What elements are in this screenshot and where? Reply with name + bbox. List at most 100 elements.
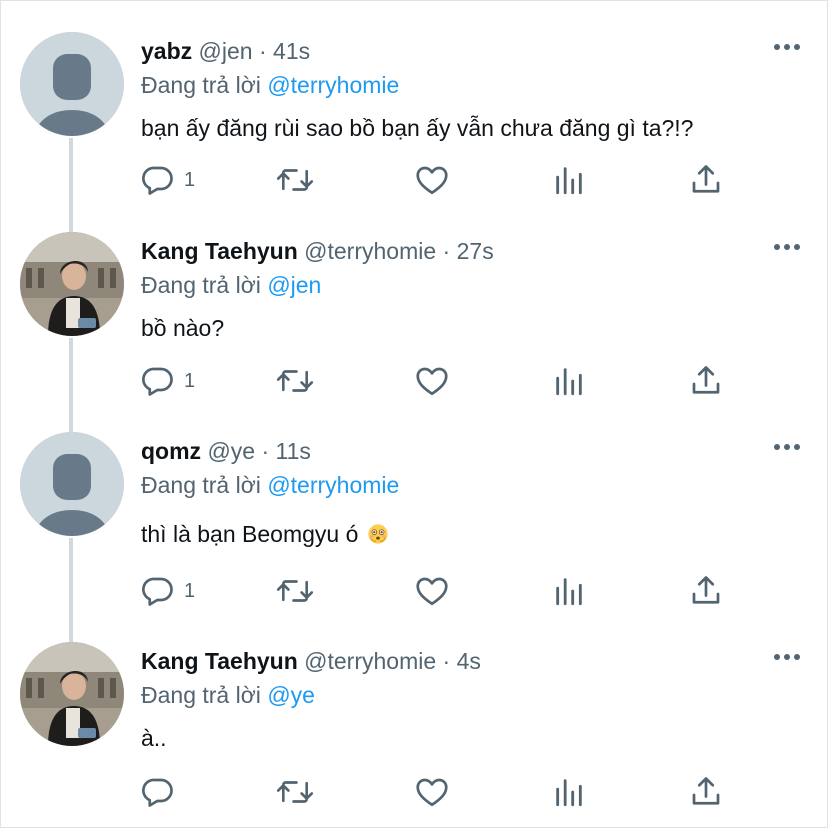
share-button[interactable] — [688, 162, 724, 198]
display-name[interactable]: Kang Taehyun — [141, 648, 298, 674]
reply-icon — [142, 778, 173, 807]
tweet[interactable]: Kang Taehyun @terryhomie · 4s Đang trả l… — [0, 610, 828, 810]
tweet-actions: 1 — [140, 573, 740, 609]
analytics-button[interactable] — [552, 774, 586, 810]
retweet-button[interactable] — [276, 162, 314, 198]
retweet-button[interactable] — [276, 573, 314, 609]
replying-to: Đang trả lời @terryhomie — [141, 72, 798, 98]
replying-to-label: Đang trả lời — [141, 682, 261, 708]
more-icon[interactable] — [772, 242, 802, 252]
default-avatar-icon — [20, 432, 124, 536]
tweet-content: Kang Taehyun @terryhomie · 4s Đang trả l… — [141, 648, 798, 752]
timestamp[interactable]: 4s — [457, 648, 481, 674]
like-icon — [416, 166, 448, 195]
tweet-actions — [140, 774, 740, 810]
share-icon — [692, 576, 720, 604]
mention-link[interactable]: @jen — [267, 272, 321, 298]
reply-button[interactable]: 1 — [140, 162, 195, 198]
mention-link[interactable]: @terryhomie — [267, 72, 399, 98]
replying-to-label: Đang trả lời — [141, 272, 261, 298]
avatar[interactable] — [20, 432, 124, 536]
reply-icon — [142, 367, 173, 396]
timestamp[interactable]: 11s — [276, 438, 311, 464]
tweet-header: Kang Taehyun @terryhomie · 27s — [141, 238, 798, 264]
tweet[interactable]: yabz @jen · 41s Đang trả lời @terryhomie… — [0, 0, 828, 200]
reply-icon — [142, 166, 173, 195]
timestamp[interactable]: 41s — [273, 38, 310, 64]
avatar[interactable] — [20, 32, 124, 136]
retweet-icon — [276, 169, 314, 191]
more-icon[interactable] — [772, 42, 802, 52]
user-handle[interactable]: @ye — [207, 438, 255, 464]
tweet-content: qomz @ye · 11s Đang trả lời @terryhomie … — [141, 438, 798, 548]
tweet-header: yabz @jen · 41s — [141, 38, 798, 64]
separator-dot: · — [442, 648, 451, 674]
separator-dot: · — [261, 438, 270, 464]
analytics-button[interactable] — [552, 162, 586, 198]
mention-link[interactable]: @ye — [267, 682, 315, 708]
tweet-text: à.. — [141, 725, 167, 751]
analytics-icon — [556, 368, 582, 396]
like-icon — [416, 778, 448, 807]
reply-count: 1 — [184, 168, 196, 191]
more-icon[interactable] — [772, 652, 802, 662]
tweet[interactable]: Kang Taehyun @terryhomie · 27s Đang trả … — [0, 200, 828, 400]
retweet-button[interactable] — [276, 363, 314, 399]
replying-to-label: Đang trả lời — [141, 72, 261, 98]
share-button[interactable] — [688, 363, 724, 399]
share-icon — [692, 165, 720, 193]
mention-link[interactable]: @terryhomie — [267, 472, 399, 498]
reply-icon — [142, 577, 173, 606]
retweet-icon — [276, 781, 314, 803]
retweet-icon — [276, 370, 314, 392]
flushed-face-emoji — [368, 524, 388, 544]
user-handle[interactable]: @terryhomie — [304, 238, 436, 264]
tweet-content: Kang Taehyun @terryhomie · 27s Đang trả … — [141, 238, 798, 342]
replying-to: Đang trả lời @jen — [141, 272, 798, 298]
analytics-button[interactable] — [552, 363, 586, 399]
avatar[interactable] — [20, 642, 124, 746]
separator-dot: · — [442, 238, 451, 264]
analytics-icon — [556, 167, 582, 195]
display-name[interactable]: qomz — [141, 438, 201, 464]
avatar[interactable] — [20, 232, 124, 336]
retweet-button[interactable] — [276, 774, 314, 810]
share-button[interactable] — [688, 774, 724, 810]
tweet-content: yabz @jen · 41s Đang trả lời @terryhomie… — [141, 38, 798, 142]
tweet-text: bạn ấy đăng rùi sao bồ bạn ấy vẫn chưa đ… — [141, 115, 694, 141]
tweet-text: thì là bạn Beomgyu ó — [141, 521, 359, 547]
user-handle[interactable]: @terryhomie — [304, 648, 436, 674]
share-icon — [692, 777, 720, 805]
reply-button[interactable]: 1 — [140, 363, 195, 399]
reply-button[interactable] — [140, 774, 184, 810]
user-handle[interactable]: @jen — [199, 38, 253, 64]
like-icon — [416, 577, 448, 606]
separator-dot: · — [258, 38, 267, 64]
analytics-button[interactable] — [552, 573, 586, 609]
reply-button[interactable]: 1 — [140, 573, 195, 609]
display-name[interactable]: yabz — [141, 38, 192, 64]
like-button[interactable] — [414, 363, 450, 399]
like-button[interactable] — [414, 162, 450, 198]
tweet-text-container: thì là bạn Beomgyu ó — [141, 520, 798, 548]
default-avatar-icon — [20, 32, 124, 136]
timestamp[interactable]: 27s — [457, 238, 494, 264]
tweet-text: bồ nào? — [141, 315, 225, 341]
profile-photo — [20, 232, 124, 336]
analytics-icon — [556, 779, 582, 807]
tweet-actions: 1 — [140, 162, 740, 198]
like-icon — [416, 367, 448, 396]
like-button[interactable] — [414, 774, 450, 810]
reply-count: 1 — [184, 369, 196, 392]
share-button[interactable] — [688, 573, 724, 609]
tweet-header: qomz @ye · 11s — [141, 438, 798, 464]
tweet[interactable]: qomz @ye · 11s Đang trả lời @terryhomie … — [0, 400, 828, 606]
analytics-icon — [556, 578, 582, 606]
more-icon[interactable] — [772, 442, 802, 452]
display-name[interactable]: Kang Taehyun — [141, 238, 298, 264]
tweet-actions: 1 — [140, 363, 740, 399]
share-icon — [692, 366, 720, 394]
replying-to-label: Đang trả lời — [141, 472, 261, 498]
like-button[interactable] — [414, 573, 450, 609]
profile-photo — [20, 642, 124, 746]
